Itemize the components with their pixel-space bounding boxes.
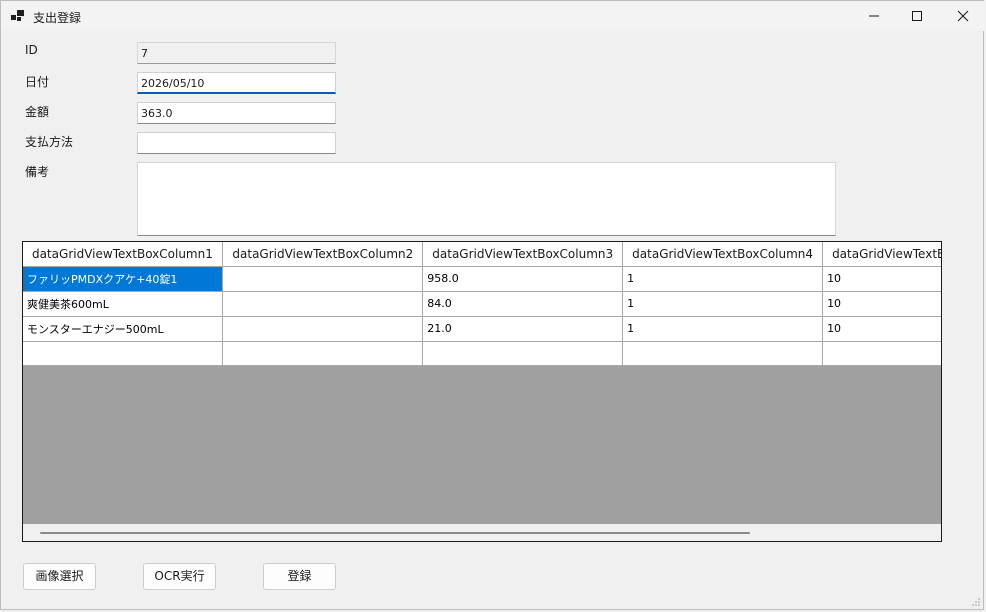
minimize-button[interactable] — [851, 1, 897, 31]
grid-cell[interactable]: ファリッPMDXクアケ+40錠1 — [23, 266, 224, 292]
table-row[interactable]: 爽健美茶600mL 84.0 1 10 — [23, 291, 941, 317]
payment-method-field[interactable] — [137, 132, 336, 154]
new-row[interactable] — [23, 341, 941, 366]
run-ocr-button[interactable]: OCR実行 — [143, 563, 216, 590]
table-row[interactable]: モンスターエナジー500mL 21.0 1 10 — [23, 316, 941, 342]
close-icon — [957, 10, 969, 22]
grid-cell[interactable] — [222, 266, 424, 292]
id-field[interactable]: 7 — [137, 42, 336, 64]
grid-cell[interactable]: 958.0 — [422, 266, 624, 292]
memo-textarea[interactable] — [137, 162, 836, 236]
grid-cell[interactable]: 1 — [622, 266, 824, 292]
grid-cell[interactable] — [23, 341, 224, 366]
date-field[interactable]: 2026/05/10 — [137, 72, 336, 94]
payment-method-label: 支払方法 — [25, 135, 74, 149]
amount-field[interactable]: 363.0 — [137, 102, 336, 124]
grid-cell[interactable] — [622, 341, 824, 366]
items-data-grid[interactable]: dataGridViewTextBoxColumn1 dataGridViewT… — [22, 241, 942, 542]
date-label: 日付 — [25, 75, 50, 89]
resize-grip-icon[interactable] — [972, 598, 980, 606]
grid-cell[interactable]: 1 — [622, 291, 824, 317]
select-image-button[interactable]: 画像選択 — [23, 563, 96, 590]
grid-cell[interactable]: 10 — [822, 266, 941, 292]
grid-cell[interactable]: 爽健美茶600mL — [23, 291, 224, 317]
id-label: ID — [25, 43, 38, 57]
grid-cell[interactable]: 84.0 — [422, 291, 624, 317]
grid-cell[interactable]: 21.0 — [422, 316, 624, 342]
column-header[interactable]: dataGridViewTextBoxColumn1 — [23, 242, 224, 267]
table-row[interactable]: ファリッPMDXクアケ+40錠1 958.0 1 10 — [23, 266, 941, 292]
grid-cell[interactable]: モンスターエナジー500mL — [23, 316, 224, 342]
grid-cell[interactable]: 1 — [622, 316, 824, 342]
register-button[interactable]: 登録 — [263, 563, 336, 590]
grid-header-row: dataGridViewTextBoxColumn1 dataGridViewT… — [23, 242, 941, 267]
grid-cell[interactable]: 10 — [822, 291, 941, 317]
title-bar[interactable]: 支出登録 — [1, 1, 985, 31]
scrollbar-thumb[interactable] — [40, 532, 750, 534]
horizontal-scrollbar[interactable] — [23, 524, 941, 541]
column-header[interactable]: dataGridViewTextBoxColumn4 — [622, 242, 824, 267]
grid-cell[interactable] — [222, 316, 424, 342]
memo-label: 備考 — [25, 165, 50, 179]
minimize-icon — [869, 15, 879, 17]
app-icon — [11, 10, 25, 22]
grid-cell[interactable] — [222, 291, 424, 317]
grid-cell[interactable]: 10 — [822, 316, 941, 342]
maximize-icon — [912, 11, 922, 21]
column-header[interactable]: dataGridViewTextBoxColumn2 — [222, 242, 424, 267]
amount-label: 金額 — [25, 105, 50, 119]
close-button[interactable] — [940, 1, 986, 31]
column-header[interactable]: dataGridViewTextBoxColumn3 — [422, 242, 624, 267]
maximize-button[interactable] — [894, 1, 940, 31]
grid-cell[interactable] — [222, 341, 424, 366]
column-header[interactable]: dataGridViewTextBoxColumn5 — [822, 242, 941, 267]
grid-cell[interactable] — [422, 341, 624, 366]
window-title: 支出登録 — [33, 11, 82, 25]
expense-entry-window: 支出登録 ID 7 日付 2026/05/10 金額 363.0 支払方法 備考… — [0, 0, 985, 610]
grid-cell[interactable] — [822, 341, 941, 366]
